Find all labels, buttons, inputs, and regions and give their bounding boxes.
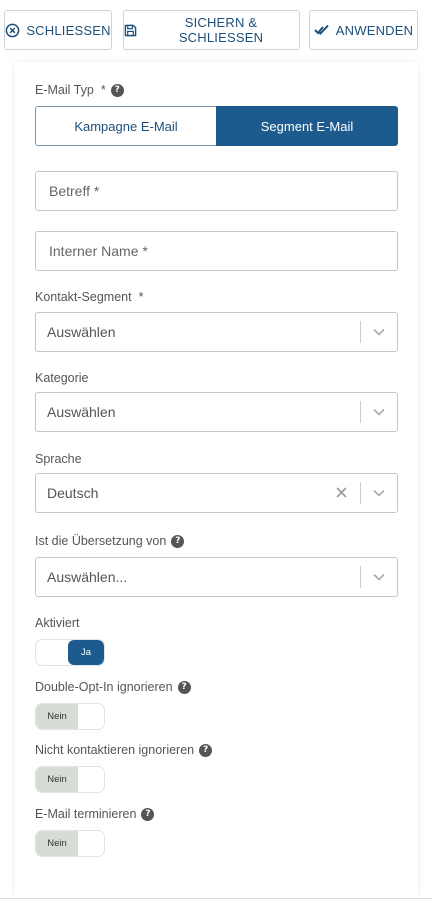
close-button-label: SCHLIESSEN: [26, 22, 111, 38]
x-icon[interactable]: [330, 485, 352, 501]
schedule-email-label-text: E-Mail terminieren: [35, 807, 137, 821]
double-check-icon: [314, 24, 329, 35]
question-circle-icon[interactable]: ?: [110, 83, 124, 97]
apply-button-label: ANWENDEN: [335, 22, 414, 38]
chevron-down-icon[interactable]: [361, 328, 397, 336]
translation-of-label: Ist die Übersetzung von ?: [35, 534, 185, 548]
category-select[interactable]: Auswählen: [35, 392, 398, 432]
language-label: Sprache: [35, 452, 82, 466]
required-mark: *: [138, 290, 144, 304]
contact-segment-label-text: Kontakt-Segment: [35, 290, 132, 304]
ignore-do-not-contact-toggle[interactable]: Nein: [35, 766, 105, 793]
internal-name-field[interactable]: Interner Name *: [35, 231, 398, 271]
email-type-label-text: E-Mail Typ: [35, 83, 94, 97]
question-circle-icon[interactable]: ?: [171, 534, 185, 548]
question-circle-icon[interactable]: ?: [141, 807, 155, 821]
category-value: Auswählen: [47, 404, 116, 420]
translation-of-label-text: Ist die Übersetzung von: [35, 534, 167, 548]
contact-segment-select[interactable]: Auswählen: [35, 312, 398, 352]
toggle-state-label: Ja: [68, 640, 104, 665]
toggle-state-label: Nein: [36, 831, 78, 856]
option-segment-email[interactable]: Segment E-Mail: [216, 106, 398, 146]
toggle-state-label: Nein: [36, 767, 78, 792]
ignore-do-not-contact-label-text: Nicht kontaktieren ignorieren: [35, 743, 195, 757]
schedule-email-toggle[interactable]: Nein: [35, 830, 105, 857]
question-circle-icon[interactable]: ?: [177, 680, 191, 694]
save-and-close-label: SICHERN & SCHLIESSEN: [178, 15, 264, 45]
ignore-double-opt-in-label: Double-Opt-In ignorieren ?: [35, 680, 191, 694]
chevron-down-icon[interactable]: [361, 573, 397, 581]
ignore-double-opt-in-label-text: Double-Opt-In ignorieren: [35, 680, 173, 694]
ignore-do-not-contact-label: Nicht kontaktieren ignorieren ?: [35, 743, 213, 757]
save-icon: [124, 24, 137, 36]
email-type-segmented-control: Kampagne E-Mail Segment E-Mail: [35, 106, 398, 146]
language-value: Deutsch: [47, 485, 99, 501]
activated-label: Aktiviert: [35, 616, 80, 630]
email-type-label: E-Mail Typ * ?: [35, 83, 124, 97]
apply-button[interactable]: ANWENDEN: [309, 10, 418, 50]
activated-toggle[interactable]: Ja: [35, 639, 105, 666]
ignore-double-opt-in-toggle[interactable]: Nein: [35, 703, 105, 730]
chevron-down-icon[interactable]: [361, 408, 397, 416]
save-and-close-button[interactable]: SICHERN & SCHLIESSEN: [123, 10, 300, 50]
subject-field[interactable]: Betreff *: [35, 171, 398, 211]
option-campaign-email[interactable]: Kampagne E-Mail: [35, 106, 216, 146]
chevron-down-icon[interactable]: [361, 489, 397, 497]
translation-of-value: Auswählen...: [47, 569, 128, 585]
toolbar: SCHLIESSEN SICHERN & SCHLIESSEN ANWENDEN: [4, 10, 428, 50]
toggle-state-label: Nein: [36, 704, 78, 729]
contact-segment-label: Kontakt-Segment *: [35, 290, 143, 304]
question-circle-icon[interactable]: ?: [199, 743, 213, 757]
category-label: Kategorie: [35, 371, 89, 385]
language-select[interactable]: Deutsch: [35, 473, 398, 513]
schedule-email-label: E-Mail terminieren ?: [35, 807, 155, 821]
contact-segment-value: Auswählen: [47, 324, 116, 340]
x-circle-icon: [5, 23, 20, 37]
translation-of-select[interactable]: Auswählen...: [35, 557, 398, 597]
close-button[interactable]: SCHLIESSEN: [4, 10, 112, 50]
required-mark: *: [100, 83, 106, 97]
